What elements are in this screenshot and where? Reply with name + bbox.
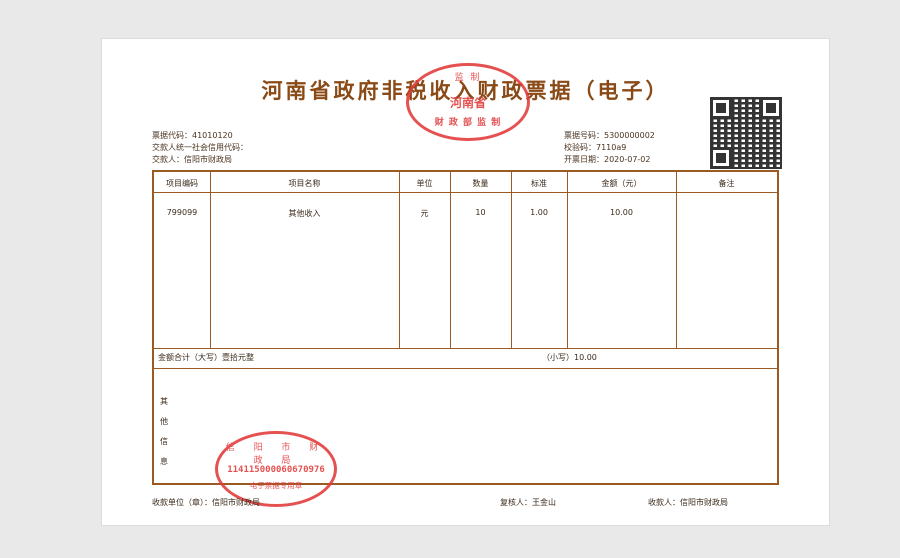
qr-finder bbox=[710, 97, 732, 119]
other-info-char: 信 bbox=[160, 437, 168, 446]
issue-date: 开票日期：2020-07-02 bbox=[564, 155, 651, 164]
payee-unit: 收款单位（章）：信阳市财政局 bbox=[152, 498, 260, 507]
seal-arc-text: 监 制 bbox=[454, 73, 482, 83]
other-info-char: 他 bbox=[160, 417, 168, 426]
cell-item-code: 799099 bbox=[166, 208, 198, 217]
other-info-char: 息 bbox=[160, 457, 168, 466]
cell-quantity: 10 bbox=[475, 208, 486, 217]
receipt-number: 票据号码：5300000002 bbox=[564, 131, 655, 140]
other-info-char: 其 bbox=[160, 397, 168, 406]
cell-standard: 1.00 bbox=[530, 208, 548, 217]
header-quantity: 数量 bbox=[472, 179, 489, 188]
seal-arc-text: 信 阳 市 财 政 局 bbox=[225, 443, 327, 466]
header-standard: 标准 bbox=[531, 179, 547, 188]
cell-unit: 元 bbox=[420, 209, 429, 218]
collector: 收款人：信阳市财政局 bbox=[648, 498, 728, 507]
cell-item-name: 其他收入 bbox=[288, 209, 321, 218]
receipt-paper: 河南省政府非税收入财政票据（电子） 监 制 河南省 财 政 部 监 制 票据代码… bbox=[101, 38, 830, 526]
cell-amount: 10.00 bbox=[610, 208, 633, 217]
seal-province: 河南省 bbox=[449, 96, 486, 110]
invoice-seal: 信 阳 市 财 政 局 114115000060670976 电子票据专用章 bbox=[215, 431, 337, 507]
check-code: 校验码：7110a9 bbox=[564, 143, 627, 152]
sum-lower: （小写）10.00 bbox=[542, 353, 597, 362]
header-left-info: 票据代码：41010120 交款人统一社会信用代码： 交款人：信阳市财政局 bbox=[152, 130, 248, 166]
header-item-name: 项目名称 bbox=[288, 179, 321, 188]
header-remark: 备注 bbox=[718, 179, 735, 188]
reviewer: 复核人：王金山 bbox=[500, 498, 556, 507]
receipt-code: 票据代码：41010120 bbox=[152, 131, 233, 140]
qr-finder bbox=[710, 147, 732, 169]
sum-upper: 金额合计（大写）壹拾元整 bbox=[158, 353, 254, 362]
payer-credit-code: 交款人统一社会信用代码： bbox=[152, 143, 248, 152]
payer-name: 交款人：信阳市财政局 bbox=[152, 155, 232, 164]
header-amount: 金额（元） bbox=[601, 179, 642, 188]
qr-code-icon bbox=[710, 97, 782, 169]
seal-bottom-text: 电子票据专用章 bbox=[249, 481, 303, 490]
qr-finder bbox=[760, 97, 782, 119]
seal-bottom-text: 财 政 部 监 制 bbox=[434, 118, 502, 128]
supervision-seal: 监 制 河南省 财 政 部 监 制 bbox=[406, 63, 530, 141]
seal-number: 114115000060670976 bbox=[227, 465, 325, 475]
header-right-info: 票据号码：5300000002 校验码：7110a9 开票日期：2020-07-… bbox=[564, 130, 655, 166]
header-item-code: 项目编码 bbox=[166, 179, 198, 188]
header-unit: 单位 bbox=[416, 179, 433, 188]
